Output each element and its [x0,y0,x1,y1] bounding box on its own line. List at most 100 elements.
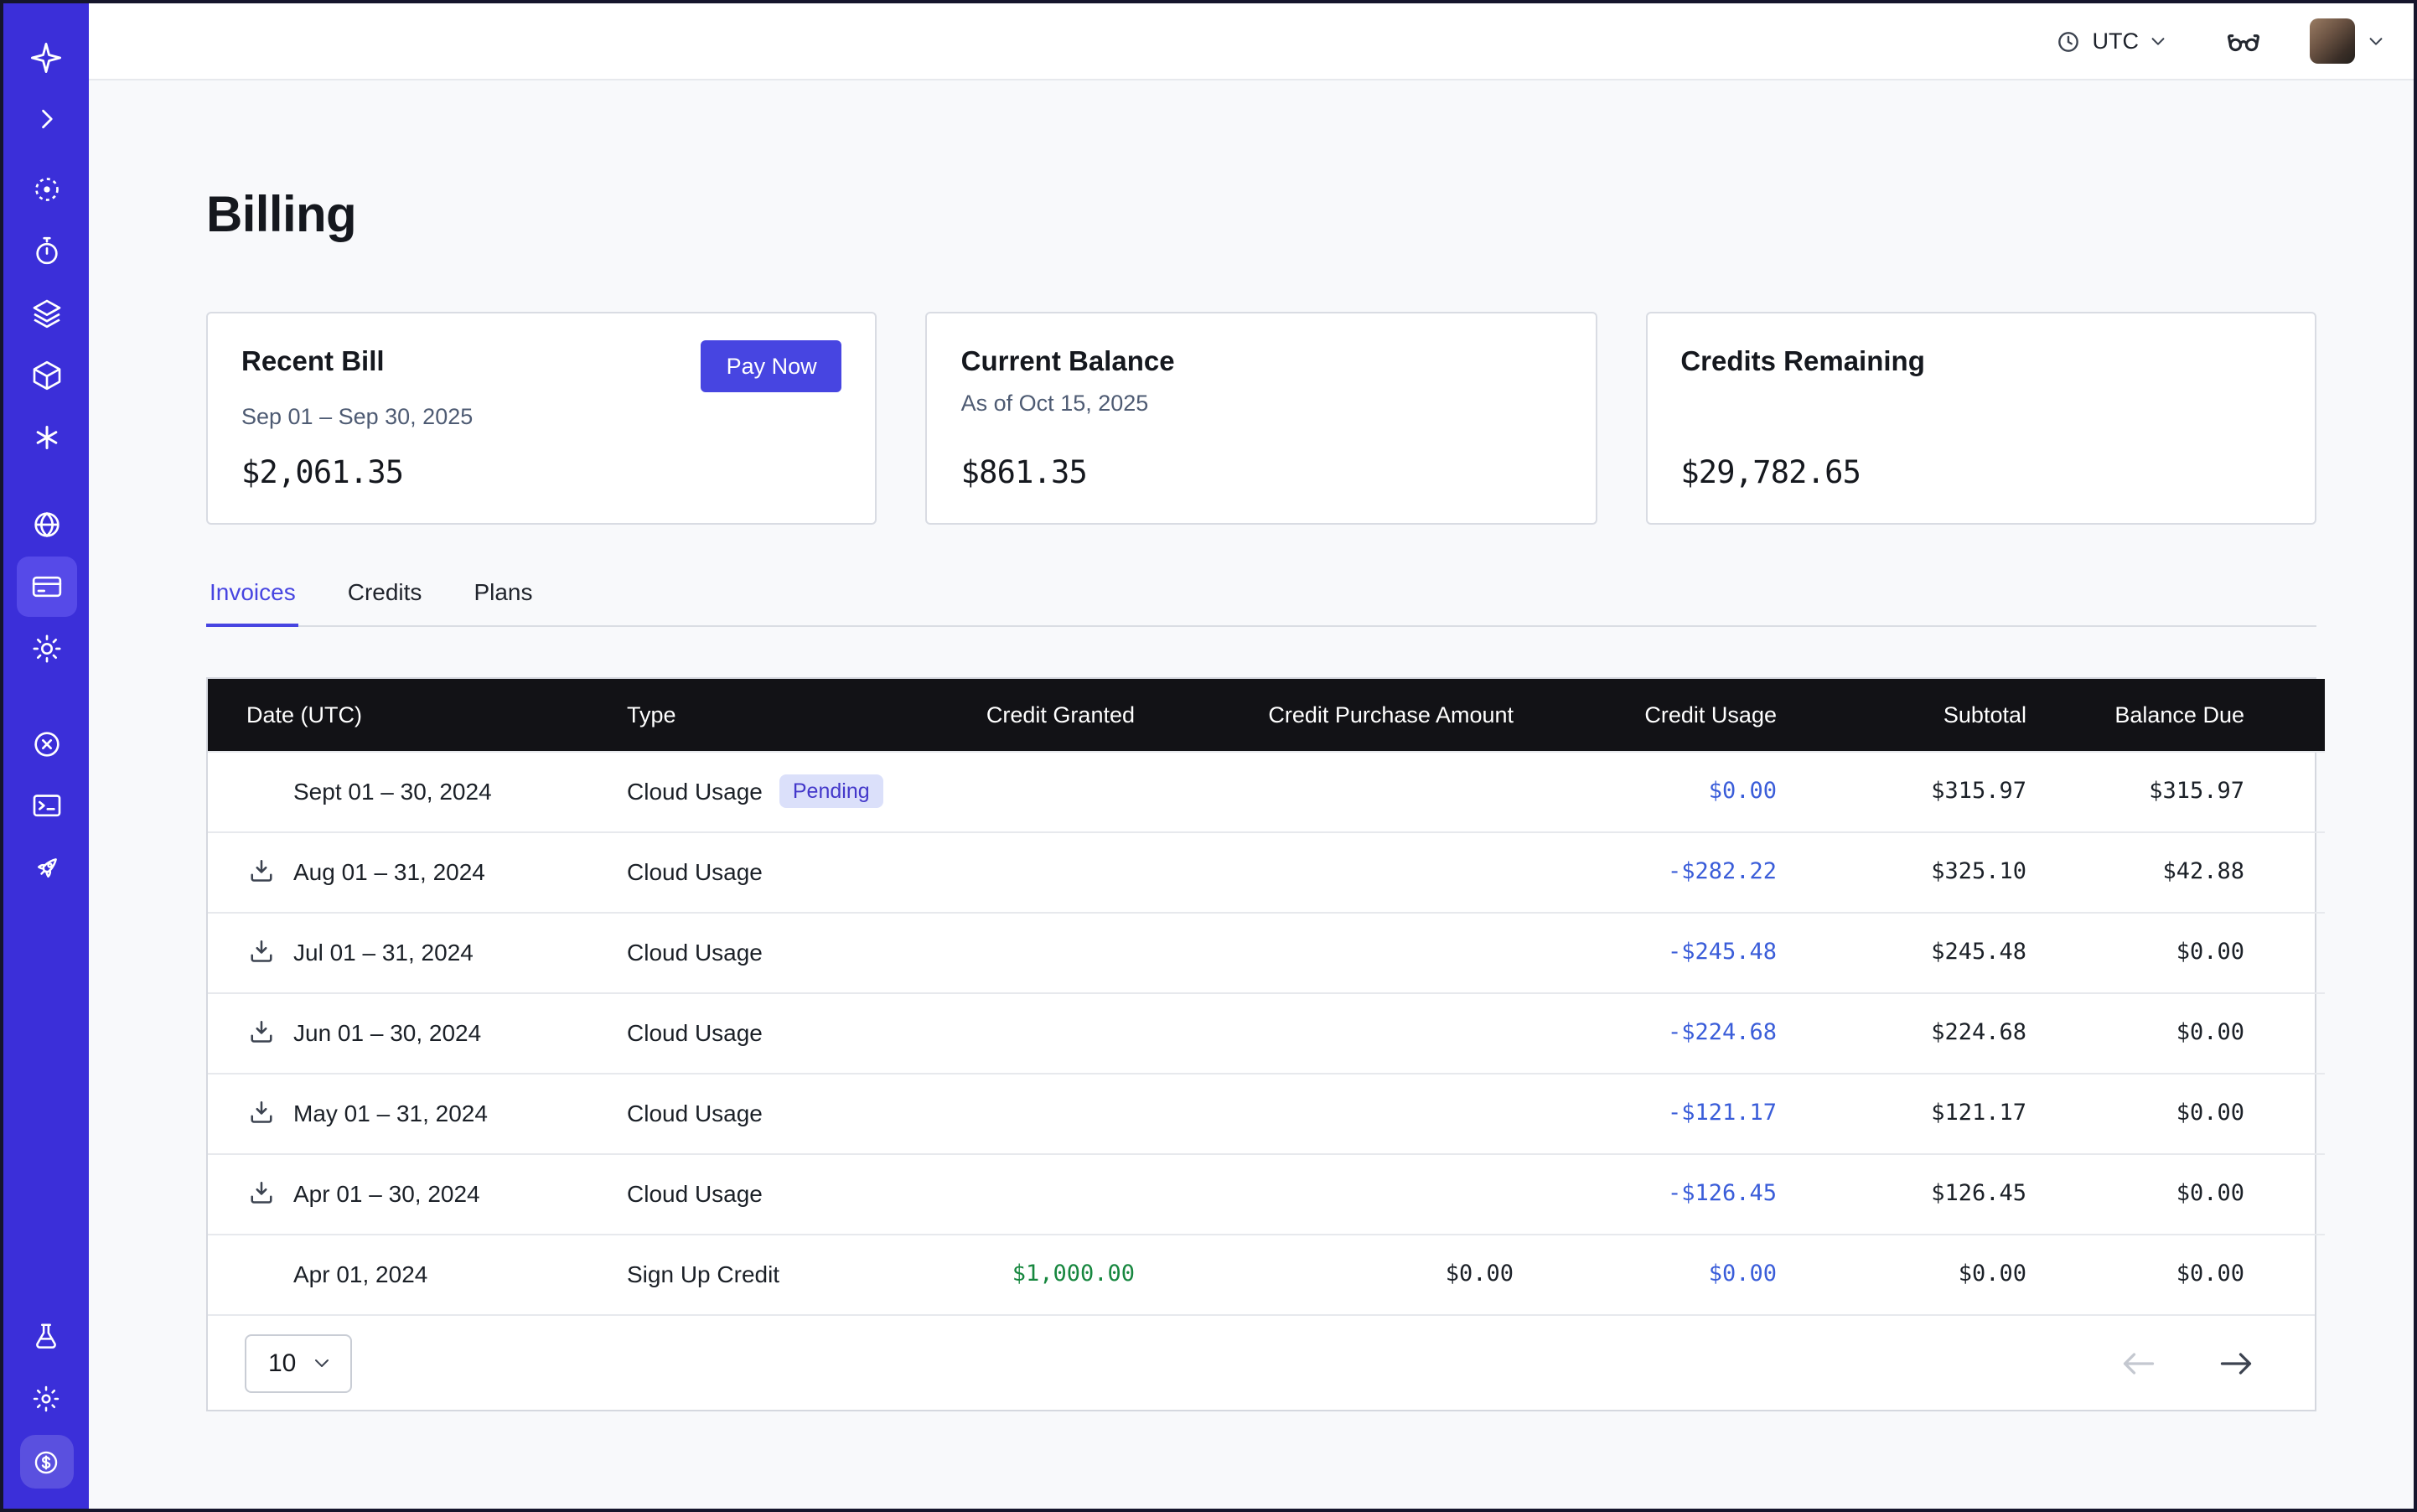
credit-granted-value: $1,000.00 [912,1234,1135,1314]
invoice-date: Sept 01 – 30, 2024 [293,778,492,805]
box-icon[interactable] [16,345,76,406]
app-window: UTC Billing Recent Bill [0,0,2417,1512]
tab-credits[interactable]: Credits [344,578,426,625]
settings-gear-icon[interactable] [16,619,76,679]
download-invoice-button[interactable] [245,1016,278,1049]
recent-bill-amount: $2,061.35 [241,456,842,491]
download-invoice-button[interactable] [245,855,278,888]
timezone-label: UTC [2093,28,2140,54]
credit-purchase-value [1135,751,1514,831]
invoices-table: Date (UTC) Type Credit Granted Credit Pu… [206,677,2316,1411]
download-placeholder [245,774,278,808]
invoice-row: Apr 01, 2024 Sign Up Credit $1,000.00 $0… [208,1234,2325,1314]
col-balance-due: Balance Due [2026,679,2325,751]
sidebar-expand-icon[interactable] [16,89,76,149]
credit-granted-value [912,1073,1135,1153]
invoice-type: Sign Up Credit [627,1261,779,1288]
layers-icon[interactable] [16,283,76,344]
subtotal-value: $224.68 [1777,992,2026,1073]
glasses-icon[interactable] [2224,22,2263,60]
subtotal-value: $325.10 [1777,831,2026,912]
lab-flask-icon[interactable] [16,1306,76,1366]
billing-tabs: Invoices Credits Plans [206,578,2316,627]
current-balance-card: Current Balance As of Oct 15, 2025 $861.… [926,312,1597,525]
credit-usage-value: -$121.17 [1514,1073,1777,1153]
col-date: Date (UTC) [208,679,627,751]
balance-due-value: $0.00 [2026,912,2325,992]
current-balance-title: Current Balance [961,347,1175,379]
balance-due-value: $0.00 [2026,992,2325,1073]
subtotal-value: $126.45 [1777,1153,2026,1234]
invoice-date: Jul 01 – 31, 2024 [293,939,474,966]
user-menu[interactable] [2310,18,2385,64]
invoice-row: Sept 01 – 30, 2024 Cloud Usage Pending $… [208,751,2325,831]
topbar: UTC [89,3,2414,80]
balance-due-value: $315.97 [2026,751,2325,831]
subtotal-value: $0.00 [1777,1234,2026,1314]
target-icon[interactable] [16,159,76,220]
credit-usage-value: $0.00 [1514,1234,1777,1314]
invoice-type: Cloud Usage [627,1100,763,1126]
table-footer: 10 [208,1314,2315,1410]
currency-dollar-icon[interactable] [19,1435,73,1489]
circle-x-icon[interactable] [16,714,76,774]
balance-due-value: $0.00 [2026,1153,2325,1234]
recent-bill-period: Sep 01 – Sep 30, 2025 [241,404,842,429]
next-page-button[interactable] [2214,1347,2258,1379]
credits-remaining-title: Credits Remaining [1680,347,1925,379]
previous-page-button[interactable] [2117,1347,2161,1379]
invoice-type: Cloud Usage [627,1019,763,1046]
col-credit-purchase-amount: Credit Purchase Amount [1135,679,1514,751]
invoice-row: Aug 01 – 31, 2024 Cloud Usage -$282.22 $… [208,831,2325,912]
asterisk-icon[interactable] [16,407,76,468]
avatar [2310,18,2355,64]
col-subtotal: Subtotal [1777,679,2026,751]
timezone-selector[interactable]: UTC [2056,28,2168,54]
subtotal-value: $315.97 [1777,751,2026,831]
credit-granted-value [912,912,1135,992]
clock-icon [2056,28,2083,54]
console-icon[interactable] [16,776,76,836]
invoice-row: Apr 01 – 30, 2024 Cloud Usage -$126.45 $… [208,1153,2325,1234]
tab-plans[interactable]: Plans [470,578,536,625]
col-type: Type [627,679,912,751]
globe-icon[interactable] [16,495,76,555]
invoice-type: Cloud Usage [627,1180,763,1207]
subtotal-value: $121.17 [1777,1073,2026,1153]
download-invoice-button[interactable] [245,1177,278,1210]
pay-now-button[interactable]: Pay Now [701,340,842,392]
page-title: Billing [206,188,2316,245]
credits-remaining-amount: $29,782.65 [1680,456,2281,491]
pagination-controls [2117,1347,2258,1379]
credits-remaining-card: Credits Remaining $29,782.65 [1645,312,2316,525]
sidebar [3,3,89,1509]
tab-invoices[interactable]: Invoices [206,578,299,625]
sidebar-item-billing[interactable] [16,557,76,617]
download-placeholder [245,1258,278,1292]
main-content: Billing Recent Bill Pay Now Sep 01 – Sep… [89,80,2414,1509]
invoice-type: Cloud Usage [627,778,763,805]
col-credit-granted: Credit Granted [912,679,1135,751]
credit-purchase-value [1135,831,1514,912]
credit-granted-value [912,831,1135,912]
credit-usage-value: -$126.45 [1514,1153,1777,1234]
credit-purchase-value [1135,1073,1514,1153]
credit-purchase-value [1135,992,1514,1073]
credit-usage-value: -$245.48 [1514,912,1777,992]
credit-purchase-value [1135,912,1514,992]
rocket-icon[interactable] [16,838,76,898]
chevron-down-icon [311,1353,331,1373]
download-invoice-button[interactable] [245,1096,278,1130]
page-size-select[interactable]: 10 [245,1333,351,1392]
chevron-down-icon [2149,32,2167,50]
sun-theme-icon[interactable] [16,1368,76,1428]
app-logo-icon[interactable] [16,27,76,87]
recent-bill-title: Recent Bill [241,347,385,379]
invoice-date: May 01 – 31, 2024 [293,1100,488,1126]
credit-granted-value [912,751,1135,831]
invoice-row: Jul 01 – 31, 2024 Cloud Usage -$245.48 $… [208,912,2325,992]
timer-icon[interactable] [16,221,76,282]
download-invoice-button[interactable] [245,935,278,969]
current-balance-as-of: As of Oct 15, 2025 [961,391,1562,416]
pending-badge: Pending [779,774,883,808]
